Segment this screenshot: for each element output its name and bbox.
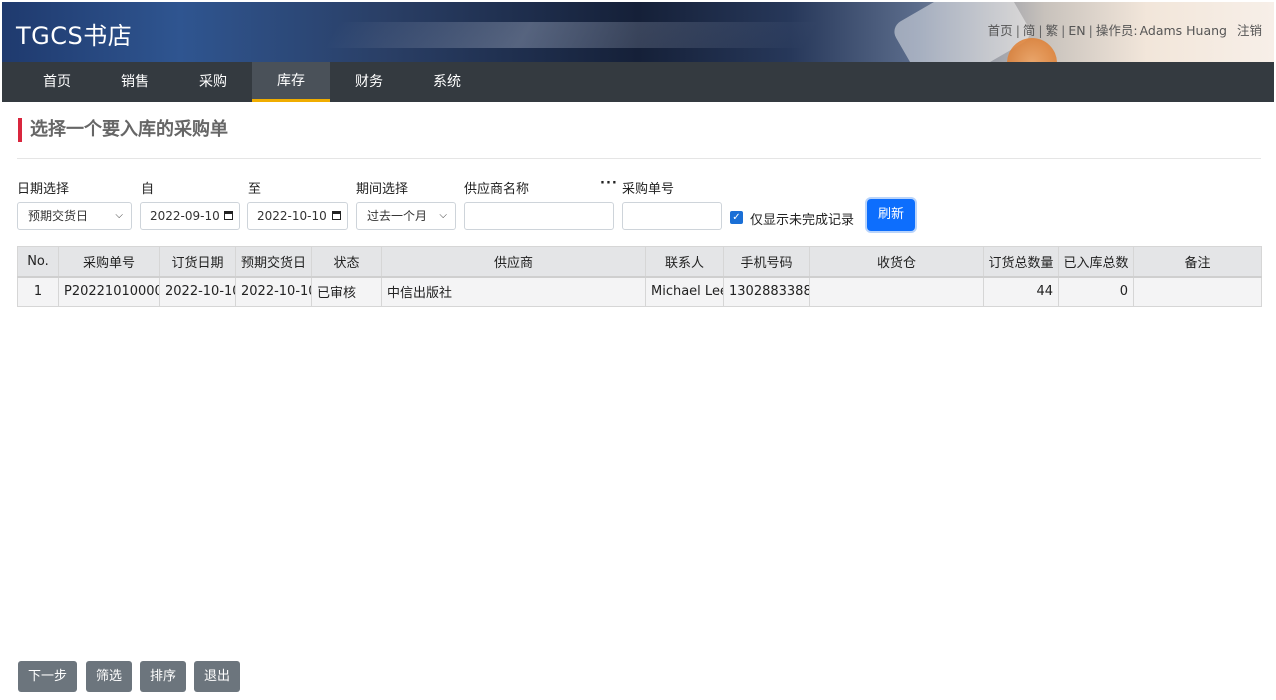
- table-cell: P202210100001: [58, 276, 160, 307]
- column-header[interactable]: 订货日期: [159, 246, 236, 278]
- column-header[interactable]: 供应商: [381, 246, 646, 278]
- english-link[interactable]: EN: [1068, 23, 1085, 38]
- nav-item-purchase[interactable]: 采购: [174, 62, 252, 102]
- column-header[interactable]: No.: [17, 246, 59, 278]
- table-cell: [809, 276, 984, 307]
- traditional-chinese-link[interactable]: 繁: [1046, 23, 1059, 38]
- nav-item-inventory[interactable]: 库存: [252, 62, 330, 102]
- column-header[interactable]: 订货总数量: [983, 246, 1059, 278]
- only-incomplete-checkbox[interactable]: ✓: [730, 211, 743, 224]
- divider: [17, 158, 1261, 159]
- main-nav: 首页 销售 采购 库存 财务 系统: [2, 62, 1274, 102]
- only-incomplete-label[interactable]: 仅显示未完成记录: [750, 209, 854, 228]
- logout-link[interactable]: 注销: [1237, 23, 1262, 38]
- nav-item-home[interactable]: 首页: [18, 62, 96, 102]
- column-header[interactable]: 已入库总数: [1058, 246, 1134, 278]
- chevron-down-icon: ⌵: [439, 210, 447, 221]
- supplier-lookup-button[interactable]: ···: [600, 176, 618, 191]
- table-row[interactable]: 1 P202210100001 2022-10-10 2022-10-10 已审…: [17, 276, 1262, 307]
- column-header[interactable]: 手机号码: [723, 246, 810, 278]
- nav-item-finance[interactable]: 财务: [330, 62, 408, 102]
- top-links: 首页 | 简 | 繁 | EN | 操作员: Adams Huang 注销: [987, 23, 1262, 38]
- table-cell: 13028833888: [723, 276, 810, 307]
- period-label: 期间选择: [356, 182, 409, 197]
- to-date-input[interactable]: 2022-10-10: [247, 202, 348, 230]
- column-header[interactable]: 预期交货日: [235, 246, 312, 278]
- to-date-label: 至: [248, 182, 262, 197]
- table-cell: 2022-10-10: [235, 276, 312, 307]
- period-select[interactable]: 过去一个月 ⌵: [356, 202, 456, 230]
- table-cell: 已审核: [311, 276, 382, 307]
- column-header[interactable]: 备注: [1133, 246, 1262, 278]
- filter-button[interactable]: 筛选: [86, 661, 132, 692]
- brand-title: TGCS书店: [16, 22, 133, 50]
- page-title: 选择一个要入库的采购单: [18, 118, 228, 142]
- table-cell: 1: [17, 276, 59, 307]
- purchase-order-table: No. 采购单号 订货日期 预期交货日 状态 供应商 联系人 手机号码 收货仓 …: [17, 246, 1262, 307]
- column-header[interactable]: 联系人: [645, 246, 724, 278]
- table-cell: Michael Lee: [645, 276, 724, 307]
- nav-item-sales[interactable]: 销售: [96, 62, 174, 102]
- table-cell: 44: [983, 276, 1059, 307]
- date-type-select[interactable]: 预期交货日 ⌵: [17, 202, 132, 230]
- nav-item-system[interactable]: 系统: [408, 62, 486, 102]
- table-cell: 0: [1058, 276, 1134, 307]
- chevron-down-icon: ⌵: [115, 210, 123, 221]
- table-cell: 中信出版社: [381, 276, 646, 307]
- calendar-icon[interactable]: [224, 211, 233, 220]
- exit-button[interactable]: 退出: [194, 661, 240, 692]
- supplier-label: 供应商名称: [464, 182, 530, 197]
- refresh-button[interactable]: 刷新: [867, 199, 915, 231]
- column-header[interactable]: 状态: [311, 246, 382, 278]
- from-date-input[interactable]: 2022-09-10: [140, 202, 240, 230]
- next-step-button[interactable]: 下一步: [18, 661, 77, 692]
- sort-button[interactable]: 排序: [140, 661, 186, 692]
- date-select-label: 日期选择: [17, 182, 70, 197]
- banner-decoration: [324, 22, 820, 48]
- simplified-chinese-link[interactable]: 简: [1023, 23, 1036, 38]
- calendar-icon[interactable]: [332, 211, 341, 220]
- operator-name: Adams Huang: [1139, 23, 1227, 38]
- table-cell: 2022-10-10: [159, 276, 236, 307]
- supplier-input[interactable]: [464, 202, 614, 230]
- from-date-label: 自: [141, 182, 155, 197]
- operator-label: 操作员:: [1095, 23, 1138, 38]
- column-header[interactable]: 采购单号: [58, 246, 160, 278]
- table-header-row: No. 采购单号 订货日期 预期交货日 状态 供应商 联系人 手机号码 收货仓 …: [17, 246, 1262, 278]
- column-header[interactable]: 收货仓: [809, 246, 984, 278]
- home-link[interactable]: 首页: [988, 23, 1013, 38]
- table-cell: [1133, 276, 1262, 307]
- po-number-input[interactable]: [622, 202, 722, 230]
- po-number-label: 采购单号: [622, 182, 675, 197]
- header-banner: TGCS书店 首页 | 简 | 繁 | EN | 操作员: Adams Huang 注销: [2, 2, 1274, 62]
